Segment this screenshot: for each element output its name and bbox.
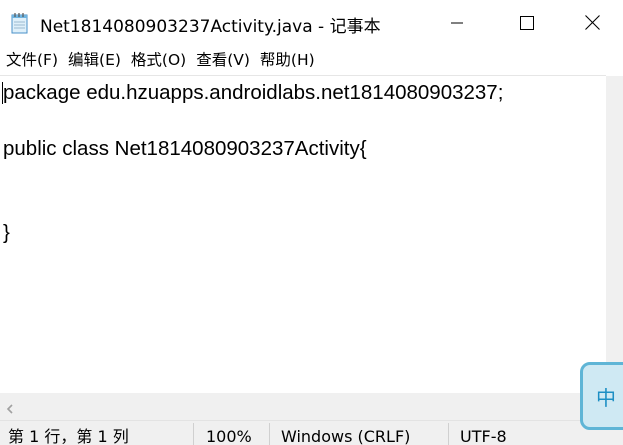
- maximize-button[interactable]: [492, 0, 562, 45]
- minimize-button[interactable]: [422, 0, 492, 45]
- line-ending: Windows (CRLF): [281, 427, 411, 445]
- maximize-icon: [520, 15, 534, 30]
- encoding: UTF-8: [460, 427, 507, 445]
- title-bar[interactable]: Net1814080903237Activity.java - 记事本: [0, 0, 623, 45]
- ime-indicator-icon[interactable]: 中: [580, 362, 623, 430]
- minimize-icon: [451, 22, 463, 23]
- editor-line: package edu.hzuapps.androidlabs.net18140…: [3, 81, 504, 104]
- zoom-level: 100%: [206, 427, 252, 445]
- horizontal-scrollbar[interactable]: [0, 393, 606, 420]
- notepad-window: Net1814080903237Activity.java - 记事本 文件(F…: [0, 0, 623, 445]
- menu-help[interactable]: 帮助(H): [255, 45, 320, 75]
- close-button[interactable]: [562, 0, 623, 45]
- text-editor[interactable]: package edu.hzuapps.androidlabs.net18140…: [0, 75, 606, 394]
- menu-bar: 文件(F) 编辑(E) 格式(O) 查看(V) 帮助(H): [0, 45, 623, 75]
- editor-line: }: [3, 221, 10, 244]
- notepad-icon: [10, 12, 30, 34]
- status-bar: 第 1 行，第 1 列 100% Windows (CRLF) UTF-8: [0, 420, 623, 445]
- status-divider: [448, 423, 449, 445]
- cursor-position: 第 1 行，第 1 列: [8, 427, 129, 445]
- ime-mode-label: 中: [596, 385, 616, 410]
- menu-file[interactable]: 文件(F): [1, 45, 63, 75]
- status-divider: [269, 423, 270, 445]
- vertical-scrollbar[interactable]: [606, 76, 623, 393]
- menu-edit[interactable]: 编辑(E): [63, 45, 126, 75]
- scroll-left-icon[interactable]: [4, 400, 16, 414]
- menu-view[interactable]: 查看(V): [191, 45, 255, 75]
- editor-line: public class Net1814080903237Activity{: [3, 137, 367, 160]
- close-icon: [585, 15, 600, 30]
- window-title: Net1814080903237Activity.java - 记事本: [40, 17, 381, 37]
- menu-format[interactable]: 格式(O): [126, 45, 191, 75]
- status-divider: [193, 423, 194, 445]
